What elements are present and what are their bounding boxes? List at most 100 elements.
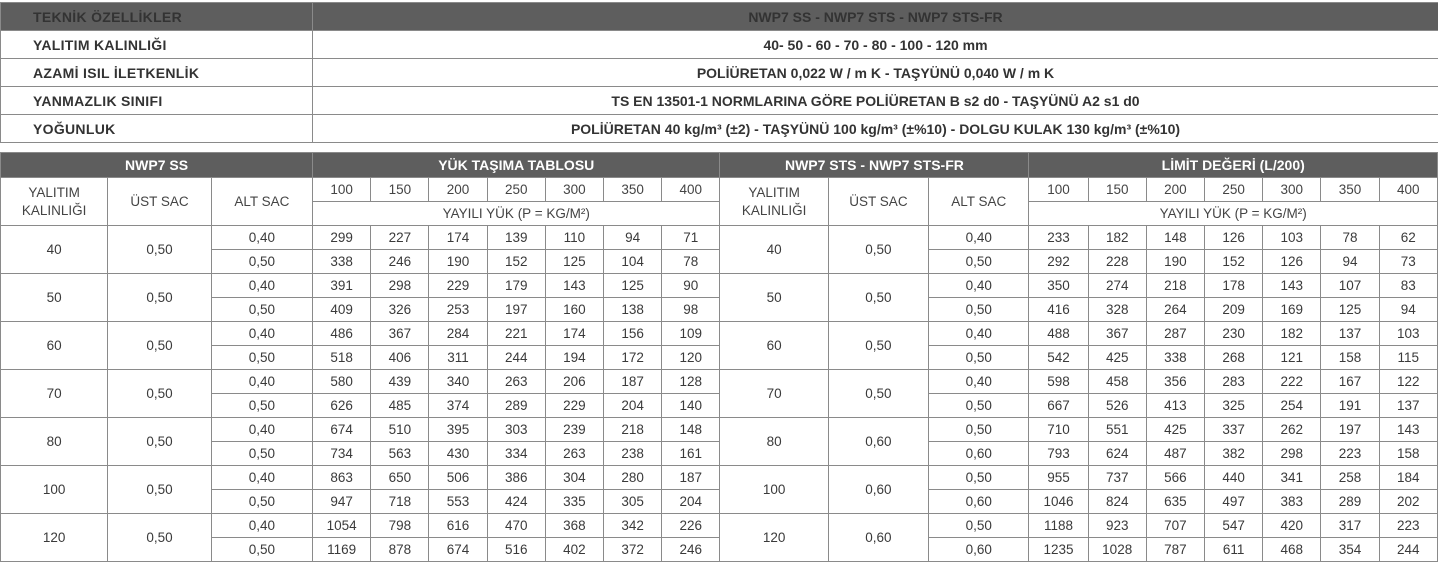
- left-value-cell: 395: [428, 417, 488, 442]
- left-value-cell: 104: [603, 249, 663, 274]
- left-bottom-sheet-cell: 0,40: [210, 417, 314, 442]
- left-span-header: 350: [603, 177, 663, 202]
- right-value-cell: 103: [1262, 225, 1322, 250]
- left-bottom-sheet-cell: 0,40: [210, 321, 314, 346]
- right-thickness-cell: 40: [719, 225, 829, 274]
- left-value-cell: 367: [370, 321, 430, 346]
- right-value-cell: 787: [1145, 537, 1205, 562]
- right-bottom-sheet-cell: 0,50: [928, 465, 1030, 490]
- table-row: 0,50 626 485 374 289 229 204 140 0,50 667 526 413 32…: [1, 393, 1438, 418]
- left-table-title: YÜK TAŞIMA TABLOSU: [312, 152, 721, 178]
- right-value-cell: 125: [1320, 297, 1380, 322]
- table-row: 0,50 1169 878 674 516 402 372 246 0,60 1235 1028 78…: [1, 537, 1438, 562]
- left-value-cell: 221: [486, 321, 546, 346]
- right-value-cell: 158: [1320, 345, 1380, 370]
- table-row: 80 0,50 0,40 674 510 395 303 239 218 148 80 0,60 0,5…: [0, 417, 1438, 466]
- right-top-sheet-cell: 0,50: [827, 273, 930, 322]
- table-row: 60 0,50 0,40 486 367 284 221 174 156 109 60 0,50 0,4…: [0, 321, 1438, 370]
- right-bottom-sheet-header: ALT SAC: [928, 177, 1030, 226]
- left-value-cell: 238: [603, 441, 663, 466]
- left-value-cell: 305: [603, 489, 663, 514]
- left-value-cell: 148: [661, 417, 721, 442]
- left-value-cell: 734: [312, 441, 372, 466]
- left-value-cell: 386: [486, 465, 546, 490]
- right-value-cell: 488: [1028, 321, 1089, 346]
- spec-row: AZAMİ ISIL İLETKENLİK POLİÜRETAN 0,022 W …: [0, 58, 1438, 87]
- left-thickness-cell: 50: [0, 273, 109, 322]
- spec-label: YANMAZLIK SINIFI: [0, 86, 313, 115]
- left-value-cell: 485: [370, 393, 430, 418]
- table-row: 50 0,50 0,40 391 298 229 179 143 125 90 50 0,50 0,40…: [0, 273, 1438, 322]
- right-value-cell: 793: [1028, 441, 1089, 466]
- right-value-cell: 328: [1087, 297, 1147, 322]
- left-value-cell: 109: [661, 321, 721, 346]
- right-top-sheet-cell: 0,50: [827, 225, 930, 274]
- right-bottom-sheet-cell: 0,40: [928, 225, 1030, 250]
- right-value-cell: 182: [1262, 321, 1322, 346]
- right-value-cell: 254: [1262, 393, 1322, 418]
- left-value-cell: 342: [603, 513, 663, 538]
- left-value-cell: 125: [544, 249, 605, 274]
- right-value-cell: 121: [1262, 345, 1322, 370]
- right-value-cell: 707: [1145, 513, 1205, 538]
- left-bottom-sheet-cell: 0,50: [210, 393, 314, 418]
- right-value-cell: 209: [1203, 297, 1264, 322]
- spec-label: YALITIM KALINLIĞI: [0, 30, 313, 59]
- right-value-cell: 274: [1087, 273, 1147, 298]
- right-bottom-sheet-cell: 0,40: [928, 369, 1030, 394]
- right-value-cell: 158: [1378, 441, 1438, 466]
- right-value-cell: 197: [1320, 417, 1380, 442]
- left-value-cell: 289: [486, 393, 546, 418]
- right-value-cell: 325: [1203, 393, 1264, 418]
- right-value-cell: 152: [1203, 249, 1264, 274]
- right-value-cell: 383: [1262, 489, 1322, 514]
- right-value-cell: 468: [1262, 537, 1322, 562]
- right-value-cell: 262: [1262, 417, 1322, 442]
- left-value-cell: 71: [661, 225, 721, 250]
- right-value-cell: 425: [1087, 345, 1147, 370]
- right-value-cell: 268: [1203, 345, 1264, 370]
- left-value-cell: 143: [544, 273, 605, 298]
- right-value-cell: 78: [1320, 225, 1380, 250]
- left-value-cell: 335: [544, 489, 605, 514]
- right-value-cell: 356: [1145, 369, 1205, 394]
- left-value-cell: 172: [603, 345, 663, 370]
- left-value-cell: 263: [544, 441, 605, 466]
- left-value-cell: 878: [370, 537, 430, 562]
- table-row: 0,50 518 406 311 244 194 172 120 0,50 542 425 338 26…: [1, 345, 1438, 370]
- right-value-cell: 458: [1087, 369, 1147, 394]
- left-value-cell: 674: [312, 417, 372, 442]
- right-value-cell: 83: [1378, 273, 1438, 298]
- spec-header-models: NWP7 SS - NWP7 STS - NWP7 STS-FR: [312, 2, 1438, 31]
- left-value-cell: 227: [370, 225, 430, 250]
- left-value-cell: 553: [428, 489, 488, 514]
- left-value-cell: 947: [312, 489, 372, 514]
- left-span-header: 300: [544, 177, 605, 202]
- left-value-cell: 374: [428, 393, 488, 418]
- left-value-cell: 718: [370, 489, 430, 514]
- right-thickness-cell: 60: [719, 321, 829, 370]
- right-value-cell: 202: [1378, 489, 1438, 514]
- left-value-cell: 798: [370, 513, 430, 538]
- right-top-sheet-header: ÜST SAC: [827, 177, 930, 226]
- right-thickness-cell: 100: [719, 465, 829, 514]
- left-value-cell: 372: [603, 537, 663, 562]
- right-value-cell: 287: [1145, 321, 1205, 346]
- left-span-header: 150: [370, 177, 430, 202]
- right-value-cell: 317: [1320, 513, 1380, 538]
- left-value-cell: 244: [486, 345, 546, 370]
- right-value-cell: 94: [1378, 297, 1438, 322]
- left-top-sheet-cell: 0,50: [107, 417, 212, 466]
- right-value-cell: 354: [1320, 537, 1380, 562]
- right-value-cell: 143: [1378, 417, 1438, 442]
- spec-value: TS EN 13501-1 NORMLARINA GÖRE POLİÜRETAN…: [312, 86, 1438, 115]
- left-value-cell: 218: [603, 417, 663, 442]
- left-value-cell: 229: [428, 273, 488, 298]
- right-value-cell: 126: [1203, 225, 1264, 250]
- right-value-cell: 258: [1320, 465, 1380, 490]
- right-table-title: LİMİT DEĞERİ (L/200): [1028, 152, 1438, 178]
- right-span-header: 250: [1203, 177, 1264, 202]
- right-bottom-sheet-cell: 0,40: [928, 273, 1030, 298]
- left-value-cell: 125: [603, 273, 663, 298]
- left-value-cell: 338: [312, 249, 372, 274]
